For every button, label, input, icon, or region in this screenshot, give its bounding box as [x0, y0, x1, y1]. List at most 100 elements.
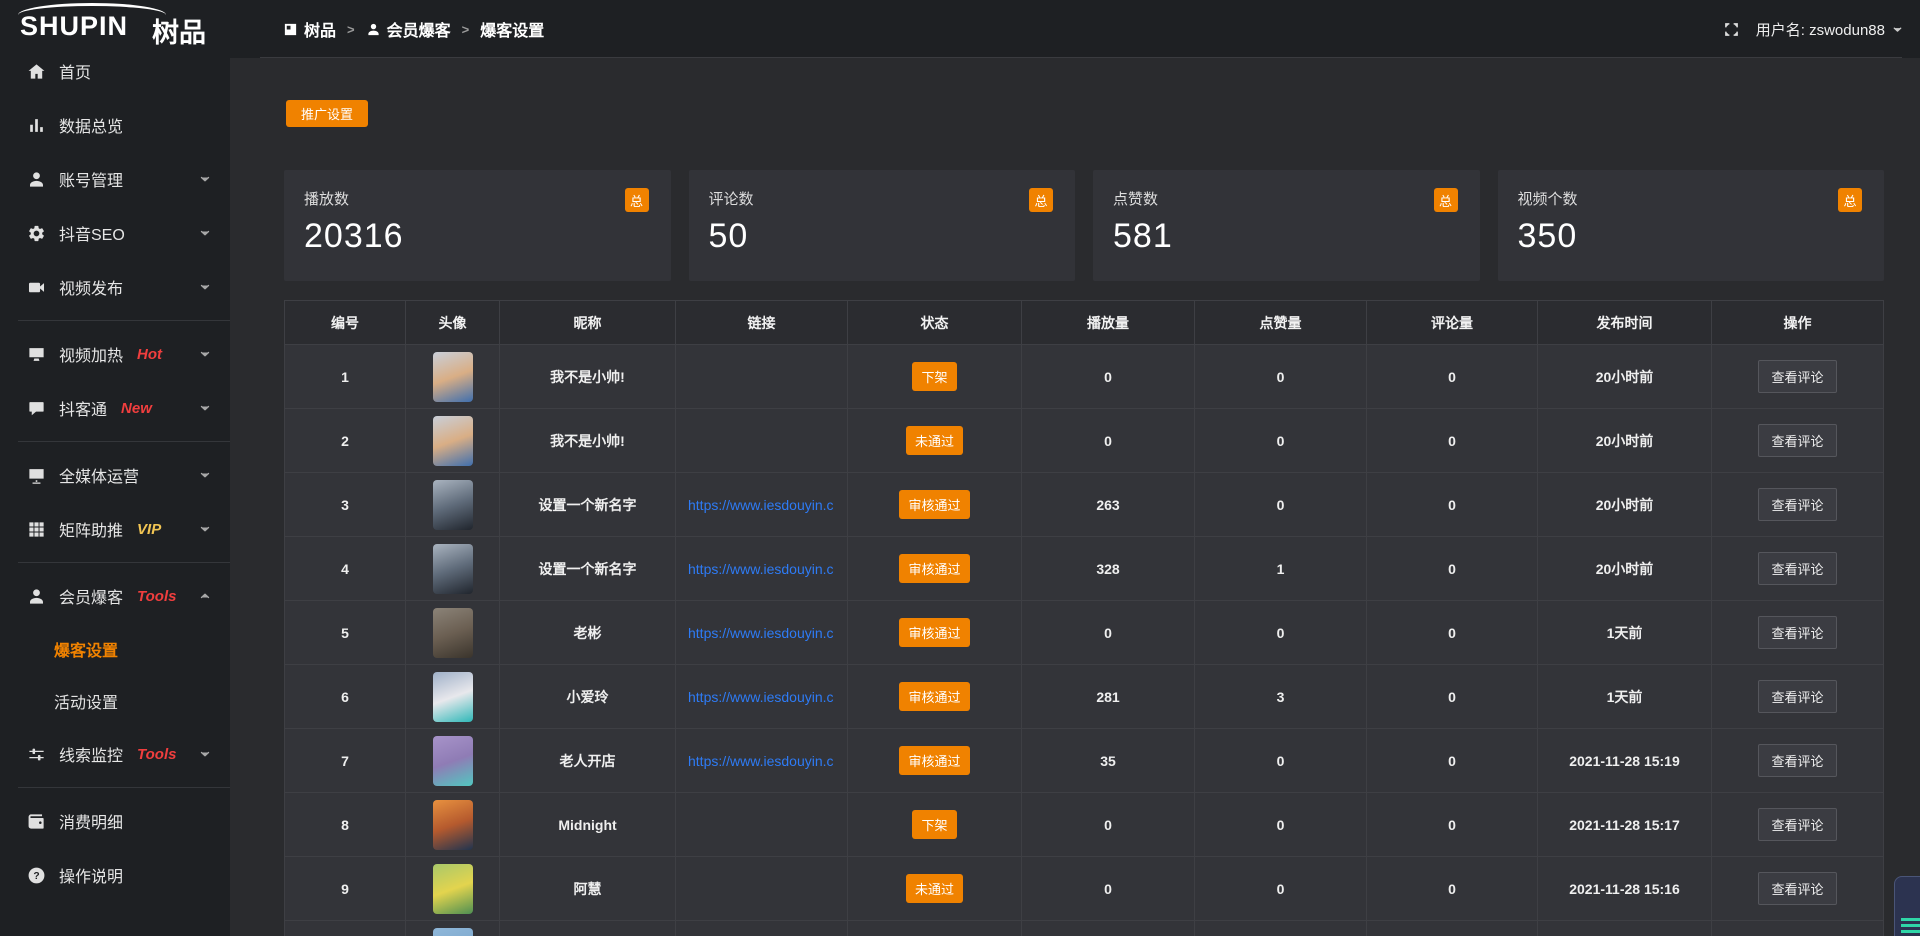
sidebar-item-9[interactable]: 全媒体运营 — [0, 448, 230, 502]
cell-avatar — [406, 729, 500, 792]
question-icon: ? — [27, 866, 46, 885]
cell-link: https://www.iesdouyin.c — [676, 473, 848, 536]
sidebar-item-2[interactable]: 账号管理 — [0, 152, 230, 206]
cell-id: 8 — [285, 793, 406, 856]
svg-text:?: ? — [33, 871, 39, 882]
view-comments-button[interactable]: 查看评论 — [1758, 488, 1836, 521]
table-row-0: 1我不是小帅!下架00020小时前查看评论 — [285, 345, 1883, 409]
column-header-0: 编号 — [285, 301, 406, 344]
view-comments-button[interactable]: 查看评论 — [1758, 808, 1836, 841]
cell-avatar — [406, 601, 500, 664]
breadcrumb-item-0[interactable]: 树品 — [283, 17, 336, 41]
cell-id: 7 — [285, 729, 406, 792]
cell-comments: 0 — [1367, 537, 1538, 600]
sidebar: SHUPIN 树品 首页数据总览账号管理抖音SEO视频发布视频加热Hot抖客通N… — [0, 0, 230, 936]
chevron-down-icon — [198, 401, 212, 415]
sidebar-item-3[interactable]: 抖音SEO — [0, 206, 230, 260]
sidebar-item-0[interactable]: 首页 — [0, 44, 230, 98]
cell-time: 20小时前 — [1538, 345, 1712, 408]
cell-avatar — [406, 409, 500, 472]
cell-time: 2021-11-28 15:19 — [1538, 729, 1712, 792]
view-comments-button[interactable]: 查看评论 — [1758, 744, 1836, 777]
chevron-down-icon — [198, 280, 212, 294]
fullscreen-icon[interactable] — [1723, 21, 1740, 38]
breadcrumb-item-2[interactable]: 爆客设置 — [480, 17, 544, 41]
view-comments-button[interactable]: 查看评论 — [1758, 360, 1836, 393]
sidebar-subitem-12-1[interactable]: 活动设置 — [0, 675, 230, 727]
profile-link[interactable]: https://www.iesdouyin.c — [688, 753, 834, 769]
profile-link[interactable]: https://www.iesdouyin.c — [688, 625, 834, 641]
cell-nickname: 设置一个新名字 — [500, 537, 676, 600]
brand-logo[interactable]: SHUPIN 树品 — [0, 0, 230, 44]
cell-status: 下架 — [848, 345, 1022, 408]
stat-card-0: 播放数总20316 — [284, 170, 671, 281]
cell-actions — [1712, 921, 1883, 936]
breadcrumb-label: 树品 — [304, 17, 336, 41]
stat-card-1: 评论数总50 — [689, 170, 1076, 281]
cell-id: 3 — [285, 473, 406, 536]
view-comments-button[interactable]: 查看评论 — [1758, 616, 1836, 649]
cell-plays: 328 — [1022, 537, 1195, 600]
sidebar-item-tag: New — [121, 400, 152, 417]
cell-actions: 查看评论 — [1712, 857, 1883, 920]
cell-link: https://www.iesdouyin.c — [676, 537, 848, 600]
chevron-up-icon — [198, 589, 212, 603]
table-row-5: 6小爱玲https://www.iesdouyin.c审核通过281301天前查… — [285, 665, 1883, 729]
floating-widget[interactable] — [1894, 876, 1920, 936]
table-row-4: 5老彬https://www.iesdouyin.c审核通过0001天前查看评论 — [285, 601, 1883, 665]
sidebar-item-4[interactable]: 视频发布 — [0, 260, 230, 314]
table-row-9 — [285, 921, 1883, 936]
sidebar-divider — [18, 441, 230, 442]
view-comments-button[interactable]: 查看评论 — [1758, 680, 1836, 713]
chat-icon — [27, 399, 46, 418]
username-menu[interactable]: 用户名: zswodun88 — [1756, 19, 1885, 40]
sidebar-item-16[interactable]: ?操作说明 — [0, 848, 230, 902]
promo-settings-button[interactable]: 推广设置 — [286, 100, 368, 127]
sidebar-menu: 首页数据总览账号管理抖音SEO视频发布视频加热Hot抖客通New 全媒体运营矩阵助… — [0, 44, 230, 902]
stat-card-value: 581 — [1113, 217, 1460, 256]
chevron-down-icon[interactable] — [1891, 23, 1904, 36]
profile-link[interactable]: https://www.iesdouyin.c — [688, 689, 834, 705]
column-header-9: 操作 — [1712, 301, 1883, 344]
sidebar-item-1[interactable]: 数据总览 — [0, 98, 230, 152]
table-row-1: 2我不是小帅!未通过00020小时前查看评论 — [285, 409, 1883, 473]
view-comments-button[interactable]: 查看评论 — [1758, 552, 1836, 585]
sidebar-item-13[interactable]: 线索监控Tools — [0, 727, 230, 781]
table-row-2: 3设置一个新名字https://www.iesdouyin.c审核通过26300… — [285, 473, 1883, 537]
table-row-7: 8Midnight下架0002021-11-28 15:17查看评论 — [285, 793, 1883, 857]
table-row-3: 4设置一个新名字https://www.iesdouyin.c审核通过32810… — [285, 537, 1883, 601]
cell-status: 审核通过 — [848, 537, 1022, 600]
cell-comments: 0 — [1367, 857, 1538, 920]
sidebar-item-6[interactable]: 视频加热Hot — [0, 327, 230, 381]
sidebar-item-12[interactable]: 会员爆客Tools — [0, 569, 230, 623]
profile-link[interactable]: https://www.iesdouyin.c — [688, 561, 834, 577]
total-badge: 总 — [1434, 188, 1458, 212]
avatar — [433, 480, 473, 530]
cell-link — [676, 345, 848, 408]
cell-link: https://www.iesdouyin.c — [676, 601, 848, 664]
main-content: 推广设置 播放数总20316评论数总50点赞数总581视频个数总350 编号头像… — [284, 58, 1884, 936]
sidebar-item-label: 账号管理 — [59, 167, 123, 191]
video-icon — [27, 278, 46, 297]
sidebar-item-tag: VIP — [137, 521, 161, 538]
view-comments-button[interactable]: 查看评论 — [1758, 424, 1836, 457]
stat-card-3: 视频个数总350 — [1498, 170, 1885, 281]
cell-plays: 0 — [1022, 409, 1195, 472]
cell-link — [676, 793, 848, 856]
cell-actions: 查看评论 — [1712, 665, 1883, 728]
breadcrumb-item-1[interactable]: 会员爆客 — [366, 17, 451, 41]
cell-time: 1天前 — [1538, 601, 1712, 664]
sidebar-item-15[interactable]: 消费明细 — [0, 794, 230, 848]
sidebar-item-10[interactable]: 矩阵助推VIP — [0, 502, 230, 556]
cell-id — [285, 921, 406, 936]
cell-likes: 0 — [1195, 793, 1367, 856]
cell-id: 2 — [285, 409, 406, 472]
cell-status: 未通过 — [848, 857, 1022, 920]
sidebar-item-7[interactable]: 抖客通New — [0, 381, 230, 435]
cell-likes — [1195, 921, 1367, 936]
profile-link[interactable]: https://www.iesdouyin.c — [688, 497, 834, 513]
view-comments-button[interactable]: 查看评论 — [1758, 872, 1836, 905]
total-badge: 总 — [625, 188, 649, 212]
column-header-6: 点赞量 — [1195, 301, 1367, 344]
sidebar-subitem-12-0[interactable]: 爆客设置 — [0, 623, 230, 675]
